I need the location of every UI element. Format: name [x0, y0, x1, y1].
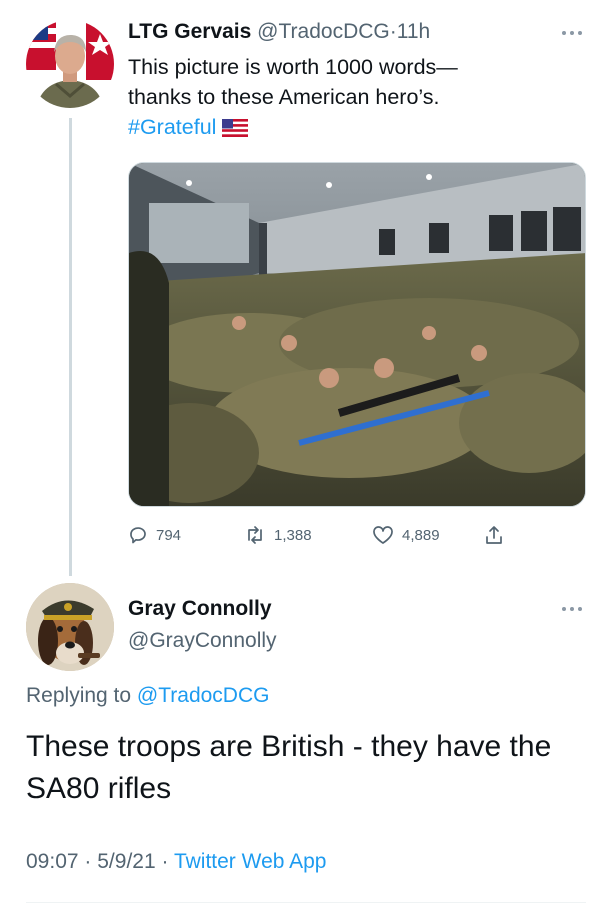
retweet-count: 1,388: [274, 526, 312, 544]
reply-source-link[interactable]: Twitter Web App: [174, 850, 327, 873]
header-separator: ·: [389, 20, 397, 43]
reply-count: 794: [156, 526, 182, 544]
reply-icon: [128, 525, 148, 545]
retweet-action[interactable]: 1,388: [244, 520, 312, 550]
retweet-icon: [244, 525, 266, 545]
thread-connector-line: [69, 118, 72, 576]
tweet-text: This picture is worth 1000 words— thanks…: [128, 52, 578, 145]
tweet-actions: 794 1,388 4,889: [128, 520, 578, 550]
like-count: 4,889: [402, 526, 440, 544]
meta-separator-2: ·: [161, 850, 169, 873]
tweet-header: LTG Gervais @TradocDCG·11h: [128, 20, 430, 44]
more-horizontal-icon[interactable]: [560, 22, 584, 43]
replying-to: Replying to @TradocDCG: [26, 684, 269, 708]
hashtag-link[interactable]: #Grateful: [128, 115, 216, 139]
bottom-divider: [26, 902, 586, 903]
share-action[interactable]: [484, 520, 504, 550]
author-handle[interactable]: @TradocDCG: [257, 20, 390, 43]
meta-separator-1: ·: [84, 850, 92, 873]
reply-author-name-text: Gray Connolly: [128, 597, 272, 620]
reply-time[interactable]: 09:07: [26, 850, 79, 873]
share-icon: [484, 524, 504, 546]
reply-metadata: 09:07 · 5/9/21 · Twitter Web App: [26, 850, 326, 874]
reply-action[interactable]: 794: [128, 520, 181, 550]
tweet-text-line-1: This picture is worth 1000 words—: [128, 55, 458, 79]
reply-author-name[interactable]: Gray Connolly: [128, 597, 272, 621]
like-action[interactable]: 4,889: [372, 520, 440, 550]
reply-author-handle[interactable]: @GrayConnolly: [128, 629, 277, 653]
author-name[interactable]: LTG Gervais: [128, 20, 251, 43]
troops-aircraft-photo: [129, 163, 585, 506]
reply-date[interactable]: 5/9/21: [97, 850, 155, 873]
reply-text: These troops are British - they have the…: [26, 730, 552, 805]
tweet-time[interactable]: 11h: [397, 20, 430, 43]
us-flag-icon: [222, 115, 249, 145]
heart-icon: [372, 525, 394, 545]
tweet-text-line-2: thanks to these American hero’s.: [128, 85, 440, 109]
reply-author-avatar[interactable]: [26, 583, 114, 671]
author-avatar[interactable]: [26, 20, 114, 108]
replying-to-handle-link[interactable]: @TradocDCG: [137, 684, 270, 707]
tweet-photo[interactable]: [128, 162, 586, 507]
reply-more-horizontal-icon[interactable]: [560, 598, 584, 619]
replying-to-label: Replying to: [26, 684, 132, 707]
